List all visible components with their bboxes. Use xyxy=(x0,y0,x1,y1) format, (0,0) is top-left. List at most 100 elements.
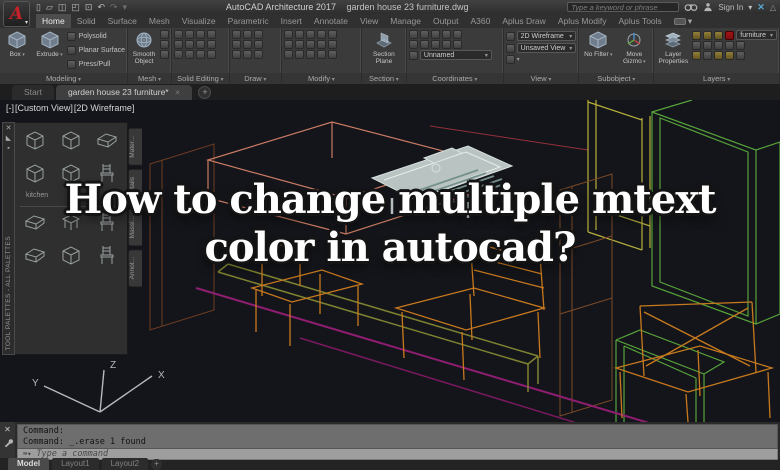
layer-on-bulb-icon[interactable] xyxy=(692,30,702,40)
arc-icon[interactable] xyxy=(242,30,252,39)
command-customize-wrench-icon[interactable] xyxy=(3,438,13,448)
erase-icon[interactable] xyxy=(283,50,293,59)
mirror-icon[interactable] xyxy=(327,30,337,39)
tab-manage[interactable]: Manage xyxy=(384,14,427,28)
trim-icon[interactable] xyxy=(305,30,315,39)
visual-style-control[interactable]: [2D Wireframe] xyxy=(74,103,135,113)
layer-match-icon[interactable] xyxy=(714,51,724,60)
tab-solid[interactable]: Solid xyxy=(71,14,102,28)
ucs-y-icon[interactable] xyxy=(441,40,451,49)
solid-edit-icon[interactable] xyxy=(207,50,216,59)
hatch-icon[interactable] xyxy=(242,50,252,59)
file-tab-close-icon[interactable]: ✕ xyxy=(175,90,181,97)
panel-label-draw[interactable]: Draw xyxy=(229,73,281,84)
new-layout-button[interactable]: + xyxy=(151,458,163,470)
command-input-icon[interactable]: ⌨▾ xyxy=(23,450,31,458)
rotate-icon[interactable] xyxy=(294,30,304,39)
mesh-tool-icon[interactable] xyxy=(160,40,169,49)
panel-label-coordinates[interactable]: Coordinates xyxy=(406,73,503,84)
layout-tab-layout2[interactable]: Layout2 xyxy=(101,458,149,470)
ucs-named-dropdown[interactable]: Unnamed xyxy=(419,50,492,60)
layer-color-swatch[interactable] xyxy=(725,30,735,40)
tab-home[interactable]: Home xyxy=(36,14,71,28)
view-control[interactable]: [Custom View] xyxy=(15,103,73,113)
layout-tab-layout1[interactable]: Layout1 xyxy=(52,458,99,470)
layer-tool-icon[interactable] xyxy=(736,41,746,50)
interfere-icon[interactable] xyxy=(185,40,194,49)
autodesk-exchange-icon[interactable]: ✕ xyxy=(757,2,765,13)
drawing-viewport[interactable]: Y Z X [-][Custom View][2D Wireframe] ✕ ◣… xyxy=(0,100,780,422)
sign-in-button[interactable]: Sign In xyxy=(718,3,743,12)
subtract-icon[interactable] xyxy=(185,30,194,39)
tab-visualize[interactable]: Visualize xyxy=(176,14,222,28)
smooth-object-button[interactable]: Smooth Object xyxy=(130,30,158,73)
layer-tool-icon[interactable] xyxy=(703,51,713,60)
plot-icon[interactable]: ⊡ xyxy=(85,0,93,14)
layout-tab-model[interactable]: Model xyxy=(8,458,50,470)
tool-tall-cabinet[interactable] xyxy=(59,129,83,156)
layer-freeze-sun-icon[interactable] xyxy=(703,30,713,40)
move-icon[interactable] xyxy=(283,30,293,39)
tool-sink[interactable] xyxy=(95,129,119,156)
viewport-config-icon[interactable] xyxy=(505,55,515,64)
planar-surface-button[interactable]: Planar Surface xyxy=(66,44,125,57)
copy-icon[interactable] xyxy=(316,30,326,39)
modify-tool-icon[interactable] xyxy=(316,50,326,59)
layer-tool-icon[interactable] xyxy=(703,41,713,50)
ucs-x-icon[interactable] xyxy=(430,40,440,49)
command-history[interactable]: Command: Command: _.erase 1 found xyxy=(17,424,778,449)
draw-tool-icon[interactable] xyxy=(253,40,263,49)
tab-surface[interactable]: Surface xyxy=(102,14,143,28)
ucs-face-icon[interactable] xyxy=(419,40,429,49)
new-drawing-tab-button[interactable]: + xyxy=(198,86,212,99)
redo-icon[interactable]: ↷ xyxy=(110,0,118,14)
rectangle-icon[interactable] xyxy=(231,50,241,59)
stretch-icon[interactable] xyxy=(305,40,315,49)
shell-icon[interactable] xyxy=(196,40,205,49)
file-tab-drawing[interactable]: garden house 23 furniture* ✕ xyxy=(55,85,193,100)
fillet-icon[interactable] xyxy=(283,40,293,49)
viewport-menu-control[interactable]: [-] xyxy=(6,103,14,113)
open-file-icon[interactable]: ▱ xyxy=(46,0,53,14)
box-button[interactable]: Box xyxy=(2,30,32,73)
ucs-icon[interactable] xyxy=(408,30,418,39)
draw-tool-icon[interactable] xyxy=(253,30,263,39)
palette-autohide-icon[interactable]: ◣ xyxy=(6,135,11,142)
palette-tab-materials[interactable]: Mater... xyxy=(128,128,142,166)
visual-style-dropdown[interactable]: 2D Wireframe xyxy=(516,31,577,41)
mesh-tool-icon[interactable] xyxy=(160,30,169,39)
ucs-origin-icon[interactable] xyxy=(430,30,440,39)
panel-label-solid-editing[interactable]: Solid Editing xyxy=(172,73,229,84)
ucs-view-icon[interactable] xyxy=(452,30,462,39)
solid-edit-icon[interactable] xyxy=(207,30,216,39)
tool-kitchen-cabinet[interactable] xyxy=(23,129,47,156)
offset-icon[interactable] xyxy=(294,50,304,59)
modify-tool-icon[interactable] xyxy=(327,50,337,59)
tab-view[interactable]: View xyxy=(354,14,384,28)
panel-label-section[interactable]: Section xyxy=(361,73,406,84)
tab-annotate[interactable]: Annotate xyxy=(308,14,354,28)
new-file-icon[interactable]: ▯ xyxy=(36,0,41,14)
tab-aplus-draw[interactable]: Aplus Draw xyxy=(496,14,551,28)
tab-aplus-tools[interactable]: Aplus Tools xyxy=(612,14,667,28)
layer-tool-icon[interactable] xyxy=(725,41,735,50)
taper-face-icon[interactable] xyxy=(185,50,194,59)
tab-parametric[interactable]: Parametric xyxy=(222,14,275,28)
undo-icon[interactable]: ↶ xyxy=(97,0,105,14)
array-icon[interactable] xyxy=(327,40,337,49)
ucs-object-icon[interactable] xyxy=(408,40,418,49)
draw-tool-icon[interactable] xyxy=(253,50,263,59)
layer-dropdown[interactable]: furniture xyxy=(736,30,777,40)
layer-properties-button[interactable]: Layer Properties xyxy=(656,30,690,73)
panel-label-modeling[interactable]: Modeling xyxy=(0,73,127,84)
move-gizmo-button[interactable]: Move Gizmo xyxy=(617,30,651,73)
polyline-icon[interactable] xyxy=(242,40,252,49)
modify-tool-icon[interactable] xyxy=(305,50,315,59)
solid-edit-icon[interactable] xyxy=(196,50,205,59)
ucs-world-icon[interactable] xyxy=(419,30,429,39)
ucs-named-icon[interactable] xyxy=(408,50,418,60)
layer-tool-icon[interactable] xyxy=(736,51,746,60)
scale-icon[interactable] xyxy=(316,40,326,49)
no-filter-button[interactable]: No Filter xyxy=(581,30,615,73)
slice-icon[interactable] xyxy=(174,40,183,49)
